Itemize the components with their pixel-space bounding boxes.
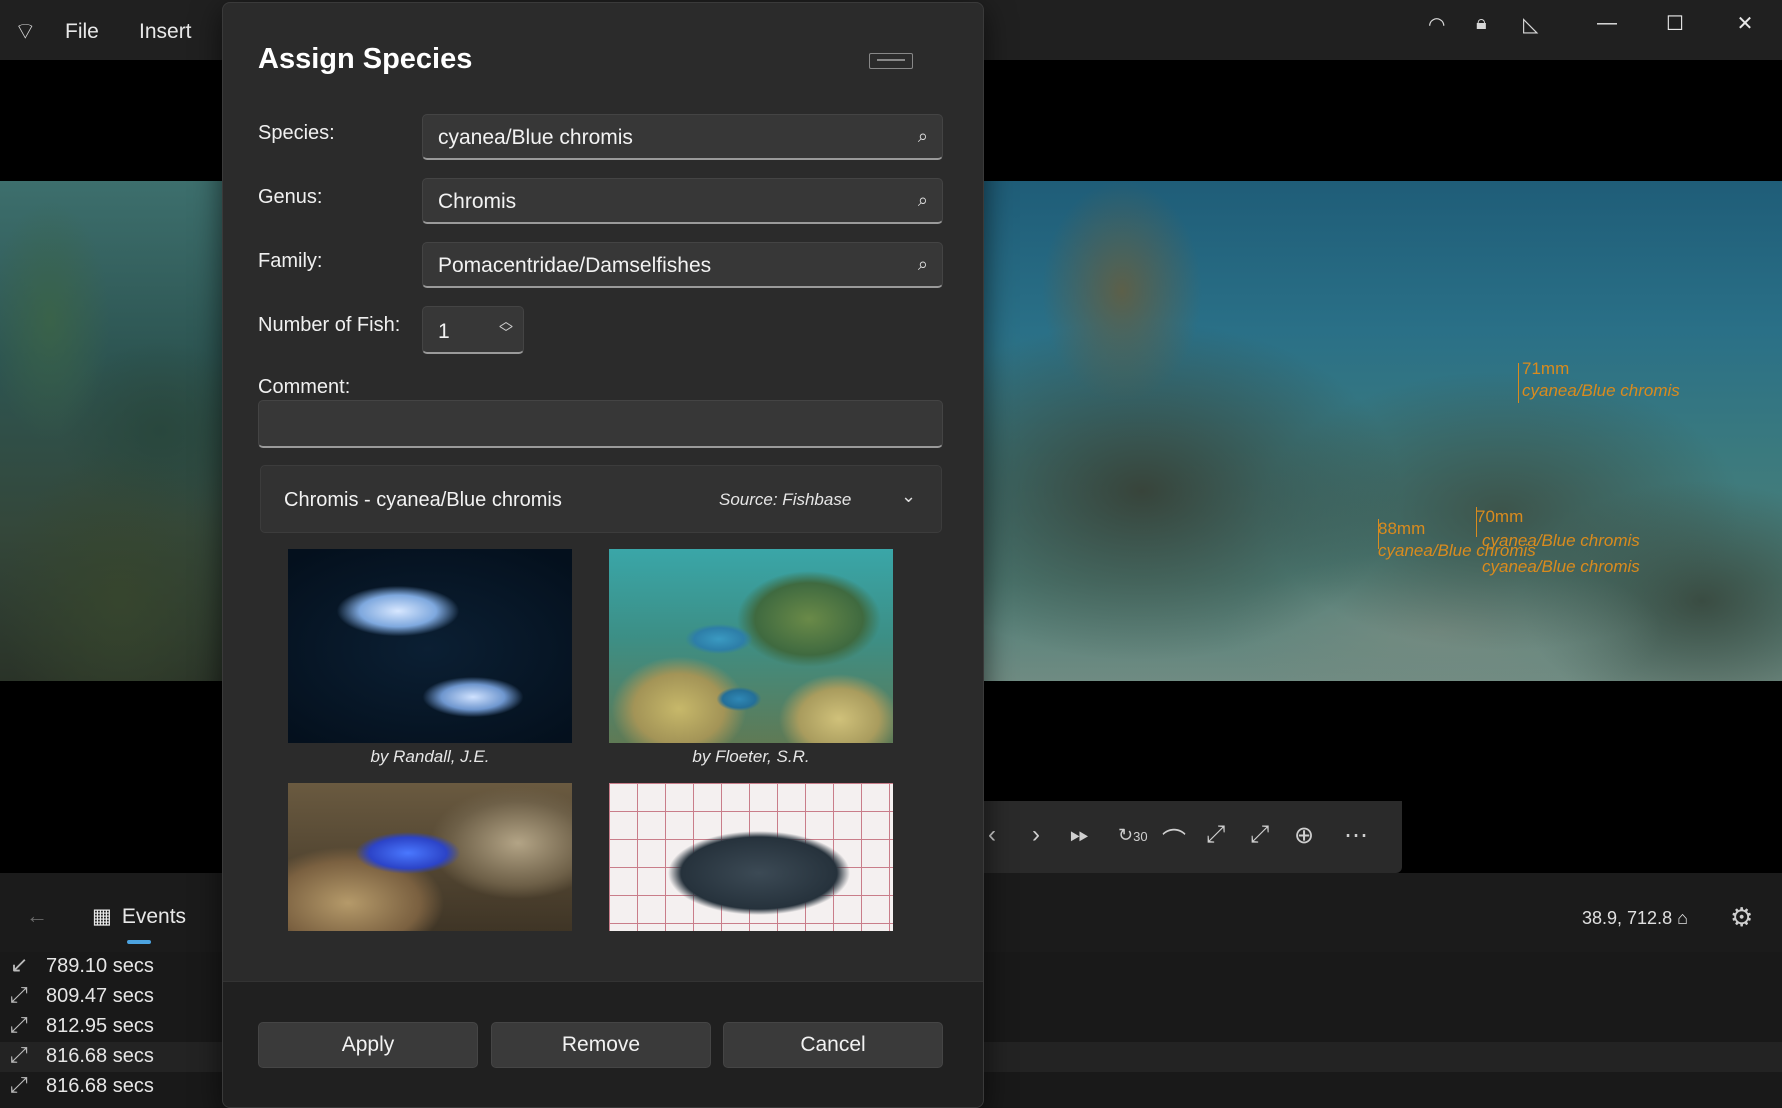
right-camera-frame[interactable]: 71mm cyanea/Blue chromis 70mm cyanea/Blu… [982, 181, 1782, 681]
measurement-line [1518, 363, 1519, 403]
tab-selected-indicator [127, 940, 151, 944]
search-icon[interactable]: ⌕ [918, 126, 928, 147]
app-logo-icon: ⌔ [14, 18, 37, 45]
zoom-in-icon[interactable]: ⊕ [1294, 821, 1314, 850]
number-of-fish-value: 1 [438, 320, 450, 343]
number-of-fish-label: Number of Fish: [258, 314, 401, 336]
ruler-icon[interactable]: ◺ [1523, 12, 1538, 37]
tab-events-label: Events [121, 905, 187, 928]
event-time: 816.68 secs [46, 1045, 154, 1067]
family-field[interactable]: Pomacentridae/Damselfishes ⌕ [422, 242, 943, 288]
genus-field[interactable]: Chromis ⌕ [422, 178, 943, 224]
species-info-expander[interactable]: Chromis - cyanea/Blue chromis Source: Fi… [260, 465, 942, 533]
genus-value: Chromis [438, 190, 517, 213]
event-time: 812.95 secs [46, 1015, 154, 1037]
photo-credit: by Floeter, S.R. [692, 747, 810, 766]
genus-label: Genus: [258, 186, 323, 208]
coordinates-value: 38.9, 712.8 [1582, 908, 1673, 928]
resize-diagonal-icon: ⤢ [10, 1072, 28, 1097]
resize-diagonal-icon: ↙ [10, 952, 29, 977]
cancel-button[interactable]: Cancel [723, 1022, 943, 1068]
cursor-coordinates: 38.9, 712.8 ⌂ [1582, 908, 1688, 929]
chevron-down-icon[interactable]: ⌄ [901, 486, 916, 507]
annotation-species[interactable]: cyanea/Blue chromis [1522, 381, 1680, 401]
event-time: 809.47 secs [46, 985, 154, 1007]
gear-icon[interactable]: ⚙ [1730, 902, 1753, 933]
dialog-footer: Apply Remove Cancel [223, 981, 983, 1107]
lock-icon[interactable]: 🔒︎ [1476, 12, 1487, 35]
resize-diagonal-icon: ⤢ [10, 1042, 28, 1067]
resize-diagonal-icon: ⤢ [10, 1012, 28, 1037]
event-time: 789.10 secs [46, 955, 154, 977]
tab-events[interactable]: ▦ Events [92, 904, 186, 929]
photo-credit: by Randall, J.E. [370, 747, 490, 766]
assign-species-dialog: Assign Species Species: cyanea/Blue chro… [222, 2, 984, 1108]
skip-30-icon[interactable]: ↻30 [1118, 825, 1148, 846]
menu-insert[interactable]: Insert [139, 20, 192, 44]
number-of-fish-stepper[interactable]: 1 ︿ ﹀ [422, 306, 524, 354]
close-button[interactable]: ✕ [1710, 0, 1780, 46]
skip-30-label: 30 [1133, 829, 1148, 844]
drag-handle-icon[interactable] [869, 53, 913, 69]
next-icon[interactable]: › [1032, 821, 1040, 849]
left-camera-frame[interactable] [0, 181, 222, 681]
annotation-length: 71mm [1522, 359, 1570, 378]
more-icon[interactable]: ⋯ [1344, 821, 1368, 850]
apply-button[interactable]: Apply [258, 1022, 478, 1068]
annotation-length: 70mm [1476, 507, 1524, 526]
fast-forward-icon[interactable]: ⏩︎ [1070, 821, 1089, 849]
species-label: Species: [258, 122, 335, 144]
measure-icon[interactable]: ⌒ [1162, 821, 1186, 856]
species-photo[interactable] [609, 783, 893, 931]
family-label: Family: [258, 250, 323, 272]
back-arrow-icon[interactable]: ← [26, 903, 48, 929]
species-photo[interactable] [609, 549, 893, 743]
species-field[interactable]: cyanea/Blue chromis ⌕ [422, 114, 943, 160]
remove-button[interactable]: Remove [491, 1022, 711, 1068]
search-icon[interactable]: ⌕ [918, 254, 928, 275]
mouse-icon: ⌂ [1677, 908, 1688, 928]
annotation-length: 88mm [1378, 519, 1426, 538]
family-value: Pomacentridae/Damselfishes [438, 254, 712, 277]
wifi-icon: ◠ [1428, 14, 1446, 36]
dialog-title: Assign Species [258, 43, 473, 75]
annotation-species[interactable]: cyanea/Blue chromis [1482, 557, 1640, 577]
maximize-icon: ☐ [1666, 12, 1684, 35]
comment-label: Comment: [258, 376, 351, 398]
player-toolbar: ‹ › ⏩︎ ↻30 ⌒ ⤢ ⤢ ⊕ ⋯ [982, 801, 1402, 873]
prev-icon[interactable]: ‹ [988, 821, 996, 849]
expander-title: Chromis - cyanea/Blue chromis [284, 489, 562, 511]
maximize-button[interactable]: ☐ [1640, 0, 1710, 46]
resize-diagonal-icon: ⤢ [10, 982, 28, 1007]
search-icon[interactable]: ⌕ [918, 190, 928, 211]
expander-source: Source: Fishbase [719, 490, 852, 509]
species-photo[interactable] [288, 783, 572, 931]
spin-updown-icon[interactable]: ︿ ﹀ [499, 314, 513, 340]
close-icon: ✕ [1736, 12, 1754, 35]
calendar-icon: ▦ [92, 905, 112, 928]
menu-file[interactable]: File [65, 20, 99, 44]
comment-input[interactable] [258, 400, 943, 448]
minimize-icon: — [1597, 11, 1617, 34]
event-time: 816.68 secs [46, 1075, 154, 1097]
expand-icon[interactable]: ⤢ [1206, 821, 1225, 849]
expand-alt-icon[interactable]: ⤢ [1250, 821, 1269, 849]
species-photo[interactable] [288, 549, 572, 743]
species-value: cyanea/Blue chromis [438, 126, 633, 149]
minimize-button[interactable]: — [1572, 0, 1642, 46]
